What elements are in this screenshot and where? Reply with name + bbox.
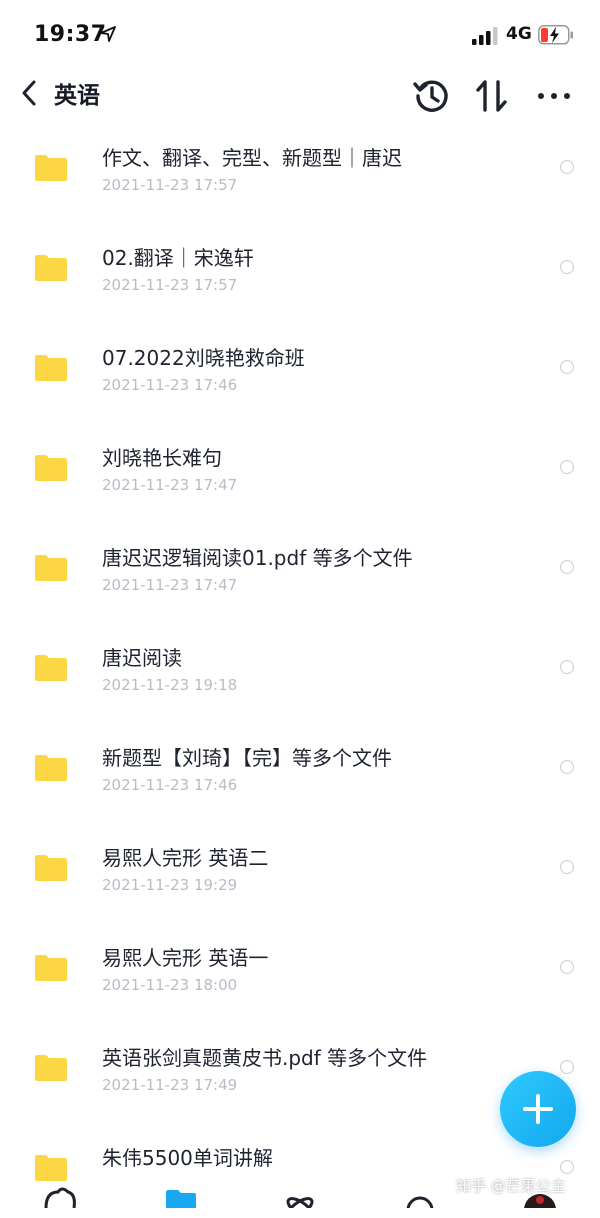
- plus-icon: [523, 1094, 553, 1124]
- file-date: 2021-11-23 17:49: [102, 1076, 238, 1094]
- back-chevron-icon[interactable]: [18, 78, 42, 108]
- tab-discover-atom-icon[interactable]: [280, 1186, 320, 1208]
- file-name: 易熙人完形 英语二: [102, 846, 269, 870]
- location-arrow-icon: [100, 26, 116, 42]
- file-name: 易熙人完形 英语一: [102, 946, 269, 970]
- tab-home-cloud-icon[interactable]: [40, 1186, 80, 1208]
- select-radio[interactable]: [560, 460, 574, 474]
- file-date: 2021-11-23 17:57: [102, 276, 238, 294]
- folder-icon: [35, 655, 67, 681]
- file-name: 07.2022刘晓艳救命班: [102, 346, 305, 370]
- file-name: 刘晓艳长难句: [102, 446, 222, 470]
- folder-icon: [35, 555, 67, 581]
- file-name: 新题型【刘琦】【完】等多个文件: [102, 746, 392, 770]
- watermark: 知乎 @芒果公主: [456, 1177, 566, 1195]
- select-radio[interactable]: [560, 1160, 574, 1174]
- tab-files-folder-icon[interactable]: [160, 1186, 200, 1208]
- folder-icon: [35, 1055, 67, 1081]
- select-radio[interactable]: [560, 560, 574, 574]
- folder-icon: [35, 1155, 67, 1181]
- status-bar: 19:37 4G: [0, 0, 600, 70]
- file-name: 02.翻译｜宋逸轩: [102, 246, 254, 270]
- file-date: 2021-11-23 19:18: [102, 676, 238, 694]
- more-icon[interactable]: [534, 76, 574, 116]
- file-row[interactable]: 唐迟阅读 2021-11-23 19:18: [0, 618, 600, 718]
- page-title: 英语: [54, 83, 100, 109]
- select-radio[interactable]: [560, 260, 574, 274]
- file-row[interactable]: 刘晓艳长难句 2021-11-23 17:47: [0, 418, 600, 518]
- sort-icon[interactable]: [472, 76, 512, 116]
- file-row[interactable]: 新题型【刘琦】【完】等多个文件 2021-11-23 17:46: [0, 718, 600, 818]
- folder-icon: [35, 755, 67, 781]
- folder-icon: [35, 455, 67, 481]
- tab-planet-icon[interactable]: [400, 1186, 440, 1208]
- file-name: 唐迟阅读: [102, 646, 182, 670]
- file-row[interactable]: 唐迟迟逻辑阅读01.pdf 等多个文件 2021-11-23 17:47: [0, 518, 600, 618]
- file-row[interactable]: 易熙人完形 英语一 2021-11-23 18:00: [0, 918, 600, 1018]
- select-radio[interactable]: [560, 760, 574, 774]
- file-date: 2021-11-23 17:46: [102, 376, 238, 394]
- file-date: 2021-11-23 17:46: [102, 776, 238, 794]
- file-name: 朱伟5500单词讲解: [102, 1146, 273, 1170]
- select-radio[interactable]: [560, 1060, 574, 1074]
- file-row[interactable]: 易熙人完形 英语二 2021-11-23 19:29: [0, 818, 600, 918]
- history-icon[interactable]: [412, 76, 452, 116]
- cellular-signal-icon: [472, 27, 498, 45]
- file-row[interactable]: 07.2022刘晓艳救命班 2021-11-23 17:46: [0, 318, 600, 418]
- select-radio[interactable]: [560, 660, 574, 674]
- select-radio[interactable]: [560, 860, 574, 874]
- file-name: 作文、翻译、完型、新题型｜唐迟: [102, 146, 402, 170]
- folder-icon: [35, 355, 67, 381]
- file-date: 2021-11-23 17:57: [102, 176, 238, 194]
- folder-icon: [35, 155, 67, 181]
- select-radio[interactable]: [560, 360, 574, 374]
- add-button[interactable]: [500, 1071, 576, 1147]
- file-name: 唐迟迟逻辑阅读01.pdf 等多个文件: [102, 546, 413, 570]
- select-radio[interactable]: [560, 160, 574, 174]
- folder-icon: [35, 855, 67, 881]
- file-date: 2021-11-23 17:47: [102, 576, 238, 594]
- battery-charging-icon: [538, 25, 573, 45]
- file-row[interactable]: 作文、翻译、完型、新题型｜唐迟 2021-11-23 17:57: [0, 118, 600, 218]
- folder-icon: [35, 955, 67, 981]
- status-time: 19:37: [34, 22, 107, 47]
- file-date: 2021-11-23 19:29: [102, 876, 238, 894]
- file-date: 2021-11-23 18:00: [102, 976, 238, 994]
- folder-icon: [35, 255, 67, 281]
- network-type: 4G: [506, 24, 532, 44]
- file-date: 2021-11-23 17:47: [102, 476, 238, 494]
- select-radio[interactable]: [560, 960, 574, 974]
- file-row[interactable]: 02.翻译｜宋逸轩 2021-11-23 17:57: [0, 218, 600, 318]
- file-name: 英语张剑真题黄皮书.pdf 等多个文件: [102, 1046, 428, 1070]
